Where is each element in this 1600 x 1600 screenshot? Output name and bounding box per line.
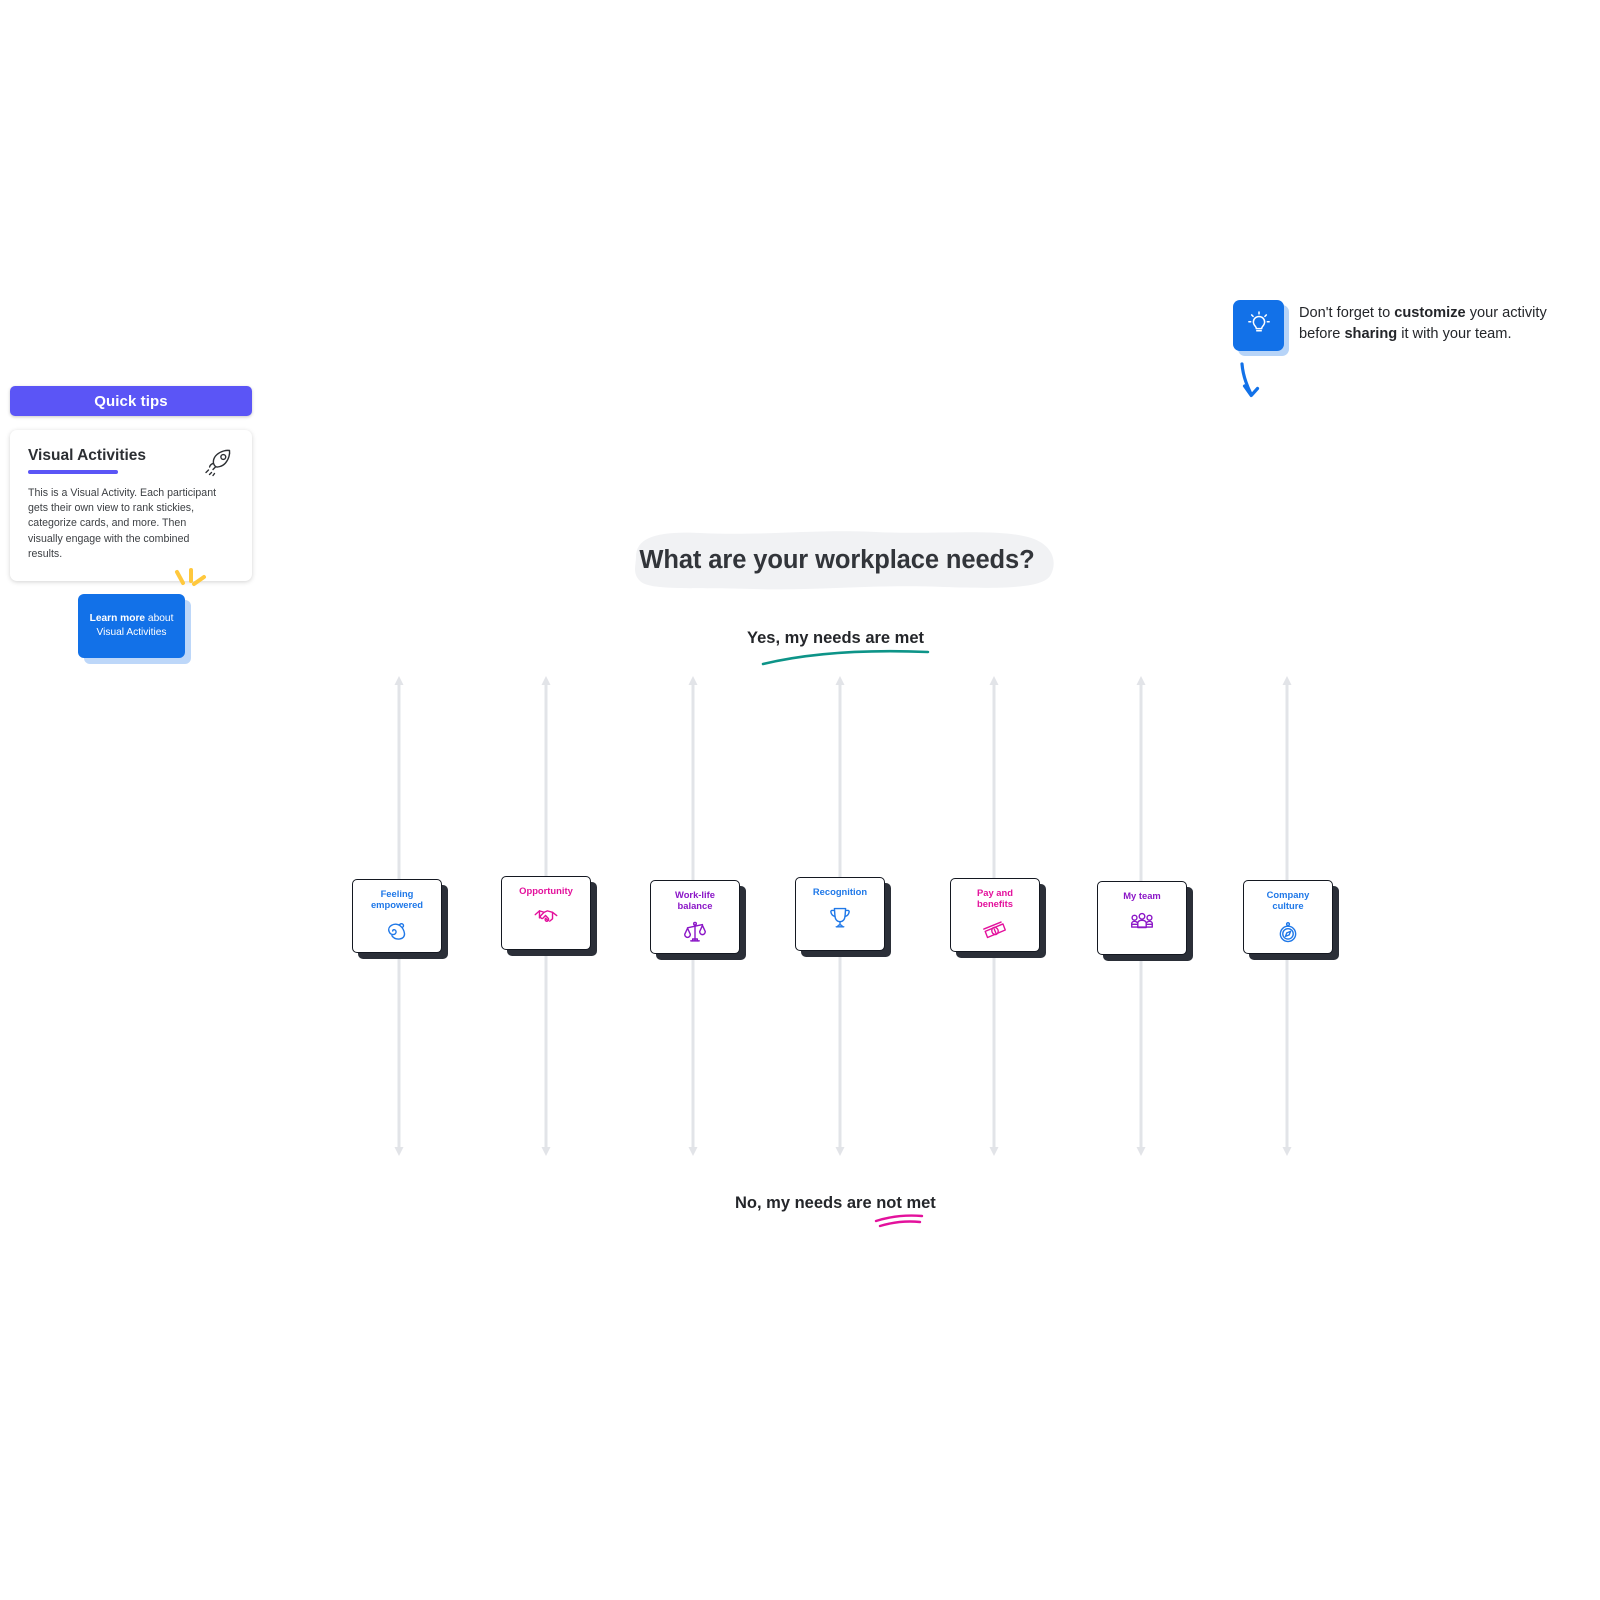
flexed-bicep-icon bbox=[382, 916, 412, 946]
curved-down-arrow-icon bbox=[1232, 358, 1274, 404]
title-underline bbox=[28, 470, 118, 474]
quick-tips-body: This is a Visual Activity. Each particip… bbox=[28, 486, 217, 560]
handshake-icon bbox=[531, 901, 561, 931]
need-card[interactable]: Work-life balance bbox=[650, 880, 740, 954]
need-card-label-line1: Company bbox=[1266, 889, 1310, 900]
tip-icon-box bbox=[1233, 300, 1284, 351]
need-card[interactable]: Opportunity bbox=[501, 876, 591, 950]
lightbulb-icon bbox=[1244, 308, 1274, 343]
need-card-label: Opportunity bbox=[505, 885, 587, 896]
board-title-text: What are your workplace needs? bbox=[639, 546, 1035, 574]
learn-more-rest: about bbox=[145, 613, 174, 625]
tip-text-part3: it with your team. bbox=[1397, 326, 1512, 343]
bottom-pole-underline bbox=[874, 1214, 924, 1228]
need-card-label-line2: balance bbox=[677, 900, 713, 912]
top-pole-underline bbox=[761, 649, 930, 666]
tip-text-strong-customize: customize bbox=[1394, 305, 1466, 321]
bottom-pole-label: No, my needs are not met bbox=[735, 1194, 936, 1212]
need-card-label: Recognition bbox=[799, 886, 881, 897]
tip-callout: Don't forget to customize your activity … bbox=[1233, 300, 1561, 351]
need-card-label-line1: Opportunity bbox=[519, 885, 573, 896]
axis-layer bbox=[394, 649, 1292, 1228]
quick-tips-card: Visual Activities This is a Visual Activ… bbox=[10, 430, 252, 582]
quick-tips-header[interactable]: Quick tips bbox=[10, 386, 252, 416]
need-card-label-line1: My team bbox=[1123, 890, 1161, 901]
learn-more-label: Learn more about Visual Activities bbox=[90, 612, 174, 640]
need-card[interactable]: Pay and benefits bbox=[950, 878, 1040, 952]
need-card-label-line2: empowered bbox=[370, 899, 424, 911]
need-card-label-line1: Work-life bbox=[675, 889, 715, 900]
compass-icon bbox=[1273, 917, 1303, 947]
tip-text-strong-sharing: sharing bbox=[1344, 326, 1398, 343]
quick-tips-header-label: Quick tips bbox=[94, 392, 168, 410]
need-card[interactable]: Recognition bbox=[795, 877, 885, 951]
board-title: What are your workplace needs? bbox=[614, 527, 1060, 594]
need-card[interactable]: My team bbox=[1097, 881, 1187, 955]
need-card-label-line1: Pay and bbox=[977, 887, 1013, 898]
need-card-label-line2: benefits bbox=[977, 898, 1013, 910]
tip-text-part1: Don't forget to bbox=[1299, 305, 1395, 321]
need-card-label-line1: Feeling bbox=[380, 888, 414, 899]
need-card-label: My team bbox=[1101, 890, 1183, 901]
money-icon bbox=[980, 915, 1010, 945]
learn-more-strong: Learn more bbox=[89, 613, 146, 625]
balance-scale-icon bbox=[680, 917, 710, 947]
sparkle-icon bbox=[170, 566, 212, 596]
quick-tips-panel: Quick tips Visual Activities This is a V… bbox=[10, 386, 252, 582]
need-card[interactable]: Company culture bbox=[1243, 880, 1333, 954]
need-card[interactable]: Feeling empowered bbox=[352, 879, 442, 953]
top-pole-label: Yes, my needs are met bbox=[747, 629, 925, 647]
need-card-label: Feeling empowered bbox=[356, 888, 438, 911]
need-card-label-line1: Recognition bbox=[812, 886, 868, 897]
need-card-label: Pay and benefits bbox=[954, 887, 1036, 910]
rocket-icon bbox=[203, 446, 235, 478]
people-group-icon bbox=[1127, 906, 1157, 936]
need-card-label: Work-life balance bbox=[654, 889, 736, 912]
learn-more-line2: Visual Activities bbox=[96, 627, 167, 638]
need-card-label: Company culture bbox=[1247, 889, 1329, 912]
trophy-icon bbox=[825, 902, 855, 932]
learn-more-button[interactable]: Learn more about Visual Activities bbox=[78, 594, 185, 658]
tip-text: Don't forget to customize your activity … bbox=[1299, 300, 1561, 345]
need-card-label-line2: culture bbox=[1272, 900, 1304, 912]
